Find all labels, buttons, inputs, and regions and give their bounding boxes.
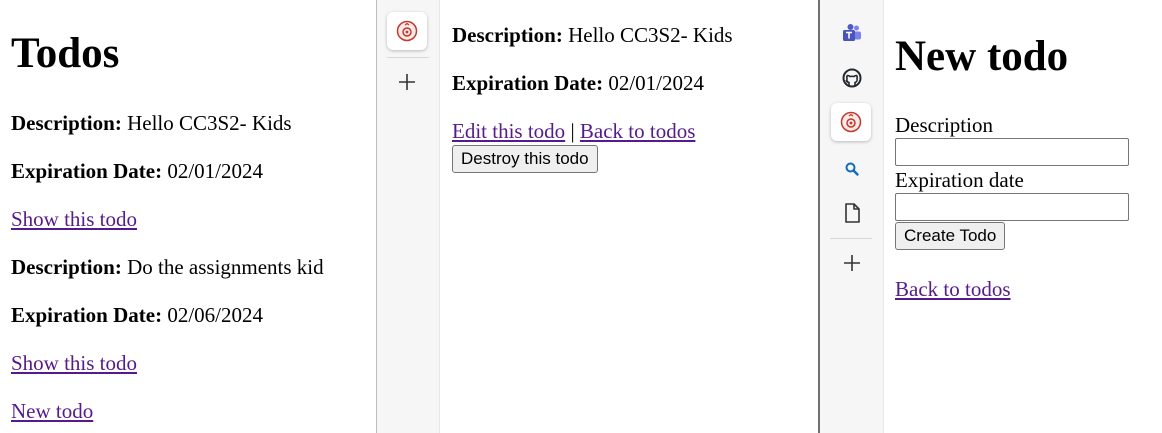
description-label: Description: [11,111,122,135]
expiration-label: Expiration Date: [11,303,163,327]
description-input[interactable] [895,138,1129,166]
show-todo-link-2[interactable]: Show this todo [11,351,137,375]
page-title: Todos [11,30,120,77]
new-todo-link[interactable]: New todo [11,399,93,423]
github-icon[interactable] [841,67,863,89]
expiration-value: 02/06/2024 [167,303,263,327]
description-value: Hello CC3S2- Kids [127,111,292,135]
expiration-label: Expiration Date: [452,71,604,95]
description-value: Do the assignments kid [127,255,324,279]
create-todo-button[interactable]: Create Todo [895,222,1006,250]
todo-description: Description: Hello CC3S2- Kids [452,23,733,47]
sidebar-divider [387,57,429,58]
sidebar-divider [830,238,872,239]
new-todo-pane: New todo Description Expiration date Cre… [884,0,1162,433]
link-separator: | [570,119,575,143]
description-value: Hello CC3S2- Kids [568,23,733,47]
document-icon[interactable] [841,202,863,224]
app-logo-icon [396,20,418,42]
back-to-todos-link[interactable]: Back to todos [895,277,1011,301]
todo-item-1-expiration: Expiration Date: 02/01/2024 [11,159,263,183]
description-label: Description: [11,255,122,279]
teams-icon[interactable] [841,22,863,44]
show-todo-link-1[interactable]: Show this todo [11,207,137,231]
expiration-date-input[interactable] [895,193,1129,221]
expiration-value: 02/01/2024 [167,159,263,183]
plus-icon[interactable] [841,252,863,274]
description-field-label: Description [895,113,993,137]
expiration-value: 02/01/2024 [608,71,704,95]
todo-item-1-description: Description: Hello CC3S2- Kids [11,111,292,135]
sidebar-left [376,0,440,433]
expiration-label: Expiration Date: [11,159,163,183]
sidebar-app-tile[interactable] [831,103,871,141]
todo-actions: Edit this todo | Back to todos [452,119,695,143]
back-to-todos-link[interactable]: Back to todos [580,119,696,143]
todo-item-2-description: Description: Do the assignments kid [11,255,324,279]
todo-expiration: Expiration Date: 02/01/2024 [452,71,704,95]
destroy-todo-button[interactable]: Destroy this todo [452,145,598,173]
todo-item-2-expiration: Expiration Date: 02/06/2024 [11,303,263,327]
sidebar-app-tile[interactable] [387,12,427,50]
page-title: New todo [895,33,1069,80]
expiration-date-field-label: Expiration date [895,168,1024,192]
plus-icon[interactable] [396,71,418,93]
app-logo-icon [840,111,862,133]
edit-todo-link[interactable]: Edit this todo [452,119,565,143]
sidebar-right [818,0,884,433]
todo-show-pane: Description: Hello CC3S2- Kids Expiratio… [440,0,818,433]
search-icon[interactable] [841,158,863,180]
todos-index-pane: Todos Description: Hello CC3S2- Kids Exp… [0,0,376,433]
description-label: Description: [452,23,563,47]
